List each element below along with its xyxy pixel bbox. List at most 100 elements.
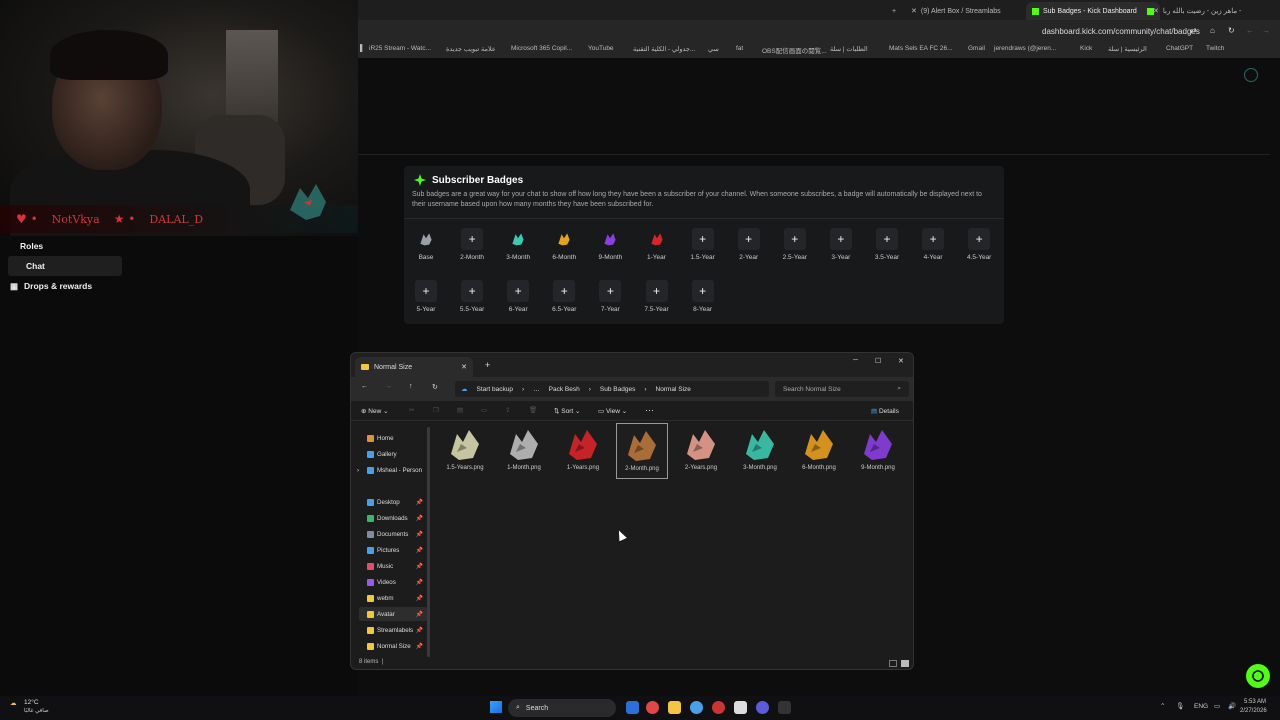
bookmark[interactable]: Microsoft 365 Copil... <box>511 45 572 52</box>
chrome-icon[interactable] <box>646 701 659 714</box>
tab-youtube[interactable]: ✕ ماهر زين - رضيت بالله ربا - <box>1153 4 1241 18</box>
tab-sub-badges[interactable]: Sub Badges - Kick Dashboard <box>1026 2 1160 20</box>
close-button[interactable]: ✕ <box>898 357 904 365</box>
forward-icon[interactable]: → <box>1262 26 1270 35</box>
close-icon[interactable]: ✕ <box>1153 7 1159 15</box>
details-button[interactable]: ▤ Details <box>871 407 899 415</box>
file-explorer-icon[interactable] <box>668 701 681 714</box>
bookmark[interactable]: Mats Sels EA FC 26... <box>889 45 953 52</box>
badge-slot[interactable]: Base <box>406 228 446 268</box>
badge-slot[interactable]: 6-Month <box>544 228 584 268</box>
refresh-icon[interactable]: ↻ <box>432 383 438 391</box>
bookmark[interactable]: Twitch <box>1206 45 1224 52</box>
view-button[interactable]: ▭ View ⌄ <box>598 407 627 415</box>
details-view-toggle[interactable] <box>889 660 897 667</box>
microphone-icon[interactable]: 🎙 <box>1176 702 1184 710</box>
file-item[interactable]: 6-Month.png <box>793 423 845 479</box>
maximize-button[interactable]: ☐ <box>875 357 881 365</box>
badge-slot[interactable]: +2.5-Year <box>775 228 815 268</box>
new-button[interactable]: ⊕ New ⌄ <box>361 407 389 415</box>
new-tab-button[interactable]: + <box>485 360 490 370</box>
clock-date[interactable]: 2/27/2026 <box>1240 708 1267 714</box>
tab-alert-box[interactable]: ✕ (9) Alert Box / Streamlabs <box>911 4 1001 18</box>
badge-slot[interactable]: +4-Year <box>913 228 953 268</box>
breadcrumb-item[interactable]: Pack Besh <box>549 386 580 393</box>
bookmark[interactable]: جدولي - الكلية التقنية... <box>633 45 695 53</box>
file-item[interactable]: 1-Month.png <box>498 423 550 479</box>
nav-item-desktop[interactable]: Desktop 📌 <box>359 495 427 509</box>
badge-slot[interactable]: +7-Year <box>590 280 630 320</box>
file-item[interactable]: 1-Years.png <box>557 423 609 479</box>
bookmark[interactable]: YouTube <box>588 45 614 52</box>
nav-item-videos[interactable]: Videos 📌 <box>359 575 427 589</box>
copy-icon[interactable]: ❐ <box>433 406 439 414</box>
more-icon[interactable]: ⋯ <box>645 405 654 416</box>
breadcrumb-item[interactable]: Sub Badges <box>600 386 635 393</box>
chat-help-button[interactable] <box>1246 664 1270 688</box>
rename-icon[interactable]: ▭ <box>481 406 487 414</box>
nav-item-pictures[interactable]: Pictures 📌 <box>359 543 427 557</box>
badge-slot[interactable]: +3-Year <box>821 228 861 268</box>
explorer-tab[interactable]: Normal Size ✕ <box>355 357 473 377</box>
badge-slot[interactable]: 9-Month <box>590 228 630 268</box>
bookmark[interactable]: علامة تبويب جديدة <box>446 45 496 53</box>
file-item[interactable]: 3-Month.png <box>734 423 786 479</box>
file-item[interactable]: 2-Years.png <box>675 423 727 479</box>
badge-slot[interactable]: +6-Year <box>498 280 538 320</box>
nav-item-webm[interactable]: webm 📌 <box>359 591 427 605</box>
app-icon[interactable] <box>734 701 747 714</box>
weather-temp[interactable]: 12°C <box>24 699 39 706</box>
nav-item-streamlabels[interactable]: Streamlabels 📌 <box>359 623 427 637</box>
file-item[interactable]: 2-Month.png <box>616 423 668 479</box>
nav-item-documents[interactable]: Documents 📌 <box>359 527 427 541</box>
cut-icon[interactable]: ✂ <box>409 406 414 414</box>
sidebar-item-chat[interactable]: Chat <box>8 256 122 276</box>
network-icon[interactable]: ▭ <box>1214 702 1220 710</box>
clock-time[interactable]: 5:53 AM <box>1244 699 1266 705</box>
minimize-button[interactable]: ─ <box>853 357 858 364</box>
badge-slot[interactable]: +5-Year <box>406 280 446 320</box>
share-icon[interactable]: ⇪ <box>505 406 510 414</box>
bookmark[interactable]: ChatGPT <box>1166 45 1193 52</box>
home-icon[interactable]: ⌂ <box>1210 26 1215 35</box>
reload-icon[interactable]: ↻ <box>1228 26 1235 35</box>
search-input[interactable]: Search Normal Size ⌕ <box>775 381 909 397</box>
breadcrumb-item[interactable]: Start backup <box>477 386 514 393</box>
bookmark[interactable]: الطلبات | سلة <box>830 45 868 53</box>
paste-icon[interactable]: ▤ <box>457 406 463 414</box>
badge-slot[interactable]: +1.5-Year <box>683 228 723 268</box>
bookmark[interactable]: Gmail <box>968 45 985 52</box>
badge-slot[interactable]: 1-Year <box>637 228 677 268</box>
app-icon[interactable] <box>626 701 639 714</box>
bookmark[interactable]: jerendraws (@jeren... <box>994 45 1056 52</box>
address-bar[interactable]: dashboard.kick.com/community/chat/badges… <box>358 20 1280 42</box>
settings-icon[interactable]: ⇄ <box>1190 26 1197 35</box>
bookmark[interactable]: iR25 Stream - Watc... <box>369 45 431 52</box>
file-item[interactable]: 1.5-Years.png <box>439 423 491 479</box>
up-icon[interactable]: ↑ <box>409 383 413 390</box>
bookmark[interactable]: الرئيسية | سلة <box>1108 45 1147 53</box>
close-icon[interactable]: ✕ <box>911 7 917 15</box>
profile-avatar[interactable] <box>1244 68 1258 82</box>
language-indicator[interactable]: ENG <box>1194 703 1208 710</box>
nav-item-home[interactable]: Home <box>359 431 427 445</box>
app-icon[interactable] <box>712 701 725 714</box>
badge-slot[interactable]: +6.5-Year <box>544 280 584 320</box>
new-tab-button[interactable]: + <box>892 4 896 18</box>
badge-slot[interactable]: +5.5-Year <box>452 280 492 320</box>
terminal-icon[interactable] <box>778 701 791 714</box>
badge-slot[interactable]: +2-Year <box>729 228 769 268</box>
bookmark[interactable]: OBS配信画面の閲覧... <box>762 45 827 55</box>
breadcrumb[interactable]: ☁ Start backup › … Pack Besh › Sub Badge… <box>455 381 769 397</box>
tiles-view-toggle[interactable] <box>901 660 909 667</box>
sidebar-item-roles[interactable]: Roles <box>18 236 132 256</box>
nav-item-music[interactable]: Music 📌 <box>359 559 427 573</box>
badge-slot[interactable]: 3-Month <box>498 228 538 268</box>
sidebar-item-drops[interactable]: ▦ Drops & rewards <box>8 276 122 296</box>
scrollbar[interactable] <box>427 427 430 657</box>
badge-slot[interactable]: +2-Month <box>452 228 492 268</box>
start-icon[interactable] <box>490 701 502 713</box>
nav-item-avatar[interactable]: Avatar 📌 <box>359 607 427 621</box>
volume-icon[interactable]: 🔊 <box>1228 702 1236 710</box>
close-tab-icon[interactable]: ✕ <box>461 363 467 371</box>
